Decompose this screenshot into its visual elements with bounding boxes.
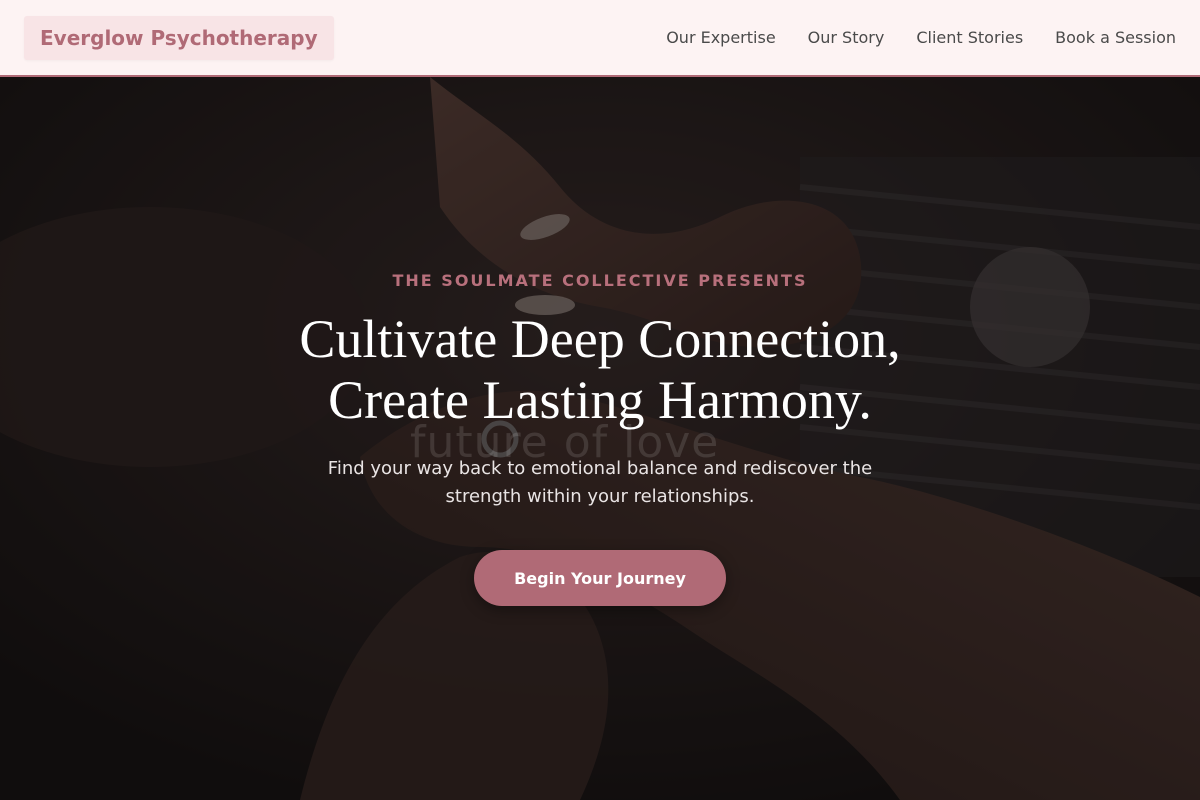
hero-section: future of love THE SOULMATE COLLECTIVE P… <box>0 77 1200 800</box>
hero-eyebrow: THE SOULMATE COLLECTIVE PRESENTS <box>392 271 808 290</box>
nav-link-our-story[interactable]: Our Story <box>808 28 885 47</box>
main-nav: Our Expertise Our Story Client Stories B… <box>666 28 1176 47</box>
nav-link-client-stories[interactable]: Client Stories <box>916 28 1023 47</box>
hero-headline-line-1: Cultivate Deep Connection, <box>299 309 901 369</box>
begin-journey-button[interactable]: Begin Your Journey <box>474 550 726 606</box>
site-header: Everglow Psychotherapy Our Expertise Our… <box>0 0 1200 77</box>
nav-link-book-a-session[interactable]: Book a Session <box>1055 28 1176 47</box>
hero-headline: Cultivate Deep Connection, Create Lastin… <box>0 309 1200 431</box>
hero-headline-line-2: Create Lasting Harmony. <box>328 370 872 430</box>
brand-logo[interactable]: Everglow Psychotherapy <box>24 15 334 60</box>
hero-subheading: Find your way back to emotional balance … <box>327 458 873 507</box>
nav-link-our-expertise[interactable]: Our Expertise <box>666 28 775 47</box>
